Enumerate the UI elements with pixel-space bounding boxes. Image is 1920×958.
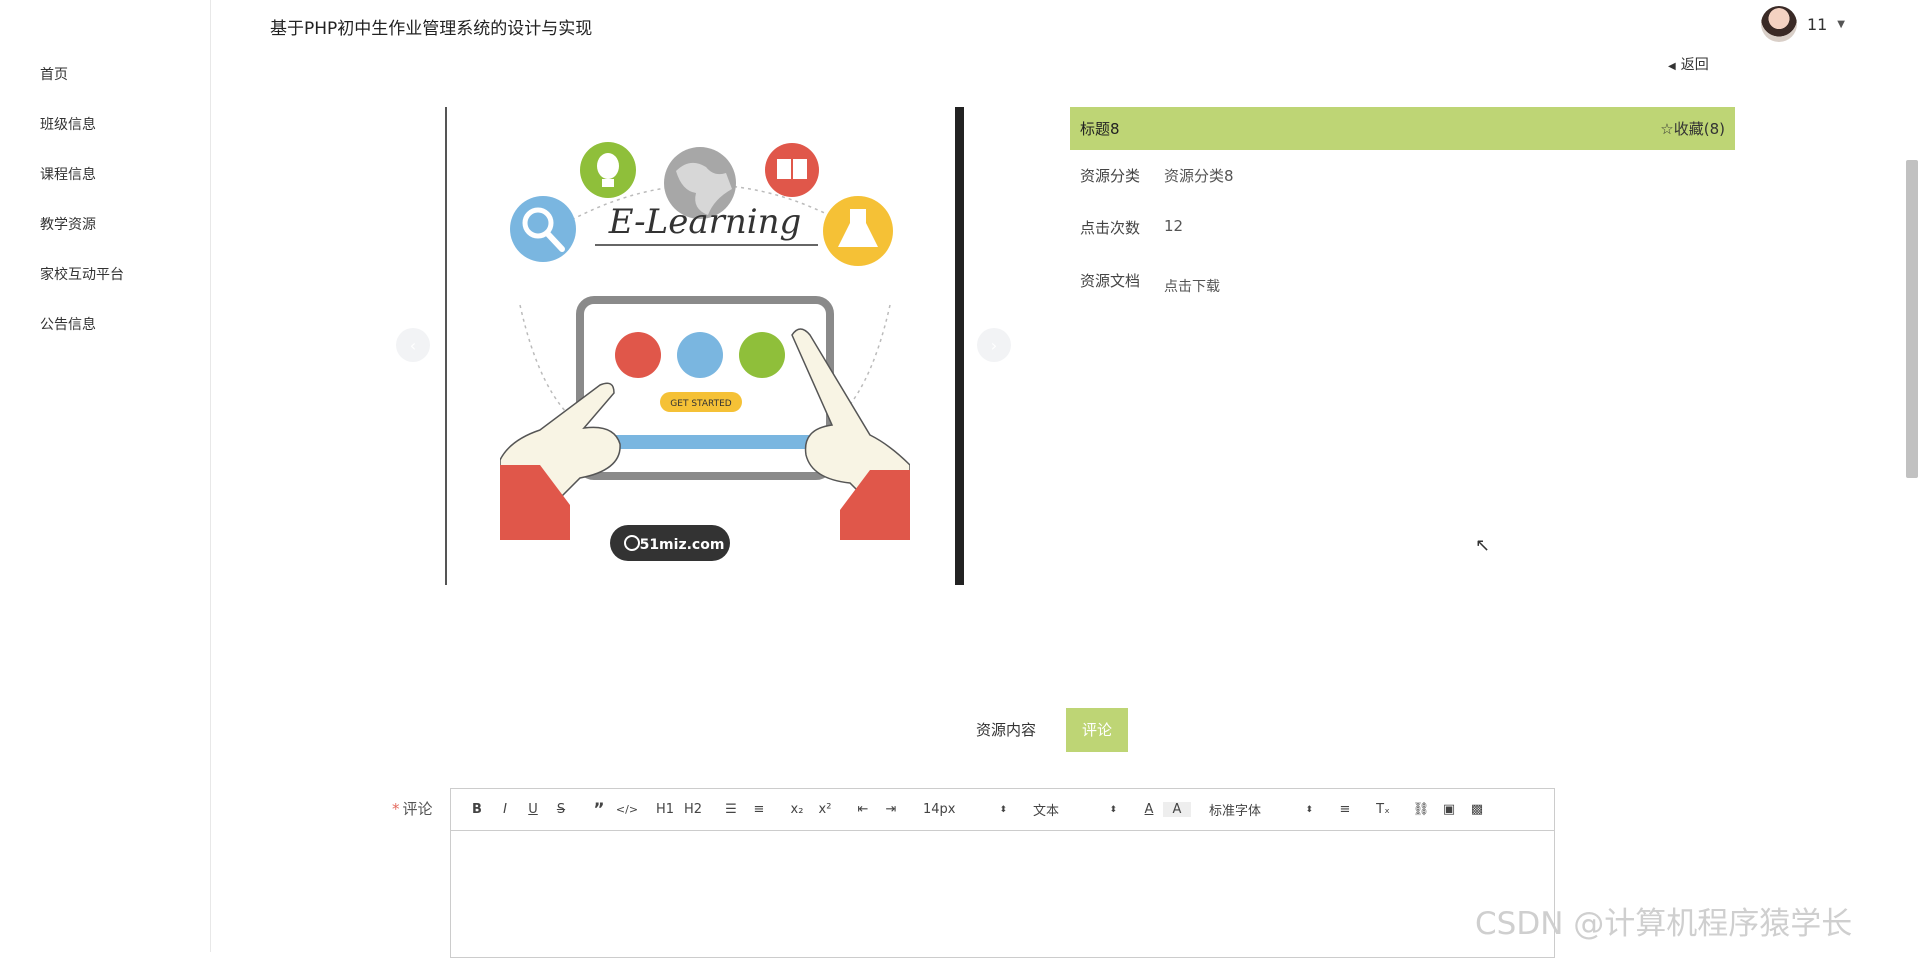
content-tabs: 资源内容 评论 [960, 708, 1129, 752]
sidebar-item-home-school-platform[interactable]: 家校互动平台 [40, 264, 124, 284]
back-button[interactable]: ◀ 返回 [1668, 54, 1709, 74]
chevron-left-icon: ‹ [409, 335, 417, 355]
outdent-button[interactable]: ⇤ [849, 802, 877, 817]
heading1-button[interactable]: H1 [651, 802, 679, 817]
avatar[interactable] [1760, 6, 1797, 42]
book-icon [765, 143, 819, 197]
username[interactable]: 11 [1807, 15, 1827, 34]
indent-button[interactable]: ⇥ [877, 802, 905, 817]
page-title: 基于PHP初中生作业管理系统的设计与实现 [270, 19, 593, 39]
sidebar-item-teaching-resources[interactable]: 教学资源 [40, 214, 96, 234]
info-row-category: 资源分类 资源分类8 [1080, 165, 1234, 186]
font-family-select[interactable]: 标准字体 ⬍ [1201, 800, 1321, 819]
e-learning-title: E-Learning [608, 202, 802, 242]
superscript-button[interactable]: x² [811, 802, 839, 817]
underline-button[interactable]: U [519, 802, 547, 817]
code-block-button[interactable]: </> [613, 803, 641, 816]
comment-field-label: * 评论 [392, 798, 433, 819]
image-icon[interactable]: ▣ [1435, 802, 1463, 817]
comment-editor[interactable]: B I U S ” </> H1 H2 ☰ ≡ x₂ x² ⇤ ⇥ 14px ⬍… [450, 788, 1555, 958]
frame-border-right [955, 107, 964, 585]
sidebar-item-announcements[interactable]: 公告信息 [40, 314, 96, 334]
category-value: 资源分类8 [1164, 167, 1234, 185]
category-label: 资源分类 [1080, 167, 1141, 185]
palette-icon [739, 332, 785, 378]
align-button[interactable]: ≡ [1331, 802, 1359, 817]
subscript-button[interactable]: x₂ [783, 802, 811, 817]
chevron-left-icon: ◀ [1668, 61, 1676, 72]
font-size-select[interactable]: 14px ⬍ [915, 802, 1015, 817]
info-row-clicks: 点击次数 12 [1080, 217, 1183, 238]
scrollbar-thumb[interactable] [1906, 160, 1918, 478]
clear-format-button[interactable]: Tₓ [1369, 802, 1397, 817]
sidebar: 首页 班级信息 课程信息 教学资源 家校互动平台 公告信息 [0, 0, 211, 952]
resource-title-bar: 标题8 ☆收藏(8) [1070, 107, 1735, 150]
download-link[interactable]: 点击下载 [1164, 276, 1220, 296]
background-color-icon[interactable]: A [1163, 802, 1191, 817]
select-arrows-icon: ⬍ [999, 804, 1007, 815]
back-label: 返回 [1680, 57, 1709, 73]
font-color-icon[interactable]: A [1135, 802, 1163, 817]
resource-title: 标题8 [1080, 120, 1120, 138]
select-arrows-icon: ⬍ [1109, 804, 1117, 815]
required-mark: * [392, 800, 400, 818]
carousel-prev-button[interactable]: ‹ [396, 328, 430, 362]
chevron-right-icon: › [990, 335, 998, 355]
csdn-watermark: CSDN @计算机程序猿学长 [1475, 906, 1853, 942]
logo-badge-text: 51miz.com [640, 537, 725, 553]
frame-border-left [445, 107, 447, 585]
page-scrollbar[interactable] [1904, 0, 1920, 952]
tab-resource-content[interactable]: 资源内容 [960, 708, 1052, 752]
text-type-select[interactable]: 文本 ⬍ [1025, 800, 1125, 819]
info-row-document: 资源文档 点击下载 [1080, 270, 1220, 295]
tab-comments[interactable]: 评论 [1066, 708, 1129, 752]
graduation-cap-icon [677, 332, 723, 378]
user-menu[interactable]: 11 ▼ [1760, 6, 1845, 42]
favorite-button[interactable]: ☆收藏(8) [1660, 118, 1725, 139]
sidebar-item-course-info[interactable]: 课程信息 [40, 164, 96, 184]
strikethrough-button[interactable]: S [547, 802, 575, 817]
ordered-list-button[interactable]: ☰ [717, 802, 745, 817]
font-family-value: 标准字体 [1209, 804, 1262, 819]
select-arrows-icon: ⬍ [1305, 804, 1313, 815]
get-started-text: GET STARTED [670, 399, 731, 409]
clicks-value: 12 [1164, 217, 1184, 235]
font-size-value: 14px [923, 802, 956, 817]
carousel-next-button[interactable]: › [977, 328, 1011, 362]
bullet-list-button[interactable]: ≡ [745, 802, 773, 817]
atom-icon [615, 332, 661, 378]
e-learning-illustration: E-Learning GET STARTED 51miz.com [500, 142, 910, 561]
link-icon[interactable]: ⛓ [1407, 802, 1435, 817]
editor-toolbar: B I U S ” </> H1 H2 ☰ ≡ x₂ x² ⇤ ⇥ 14px ⬍… [451, 789, 1554, 831]
comment-label-text: 评论 [402, 800, 433, 818]
bold-button[interactable]: B [463, 802, 491, 817]
sidebar-item-class-info[interactable]: 班级信息 [40, 114, 96, 134]
video-icon[interactable]: ▩ [1463, 802, 1491, 817]
heading2-button[interactable]: H2 [679, 802, 707, 817]
blockquote-button[interactable]: ” [585, 800, 613, 820]
sidebar-item-home[interactable]: 首页 [40, 64, 68, 84]
document-label: 资源文档 [1080, 272, 1141, 290]
mouse-pointer-icon: ↖ [1475, 535, 1491, 556]
chevron-down-icon[interactable]: ▼ [1837, 19, 1845, 30]
text-type-value: 文本 [1033, 804, 1060, 819]
clicks-label: 点击次数 [1080, 219, 1141, 237]
italic-button[interactable]: I [491, 802, 519, 817]
search-icon [510, 196, 576, 262]
